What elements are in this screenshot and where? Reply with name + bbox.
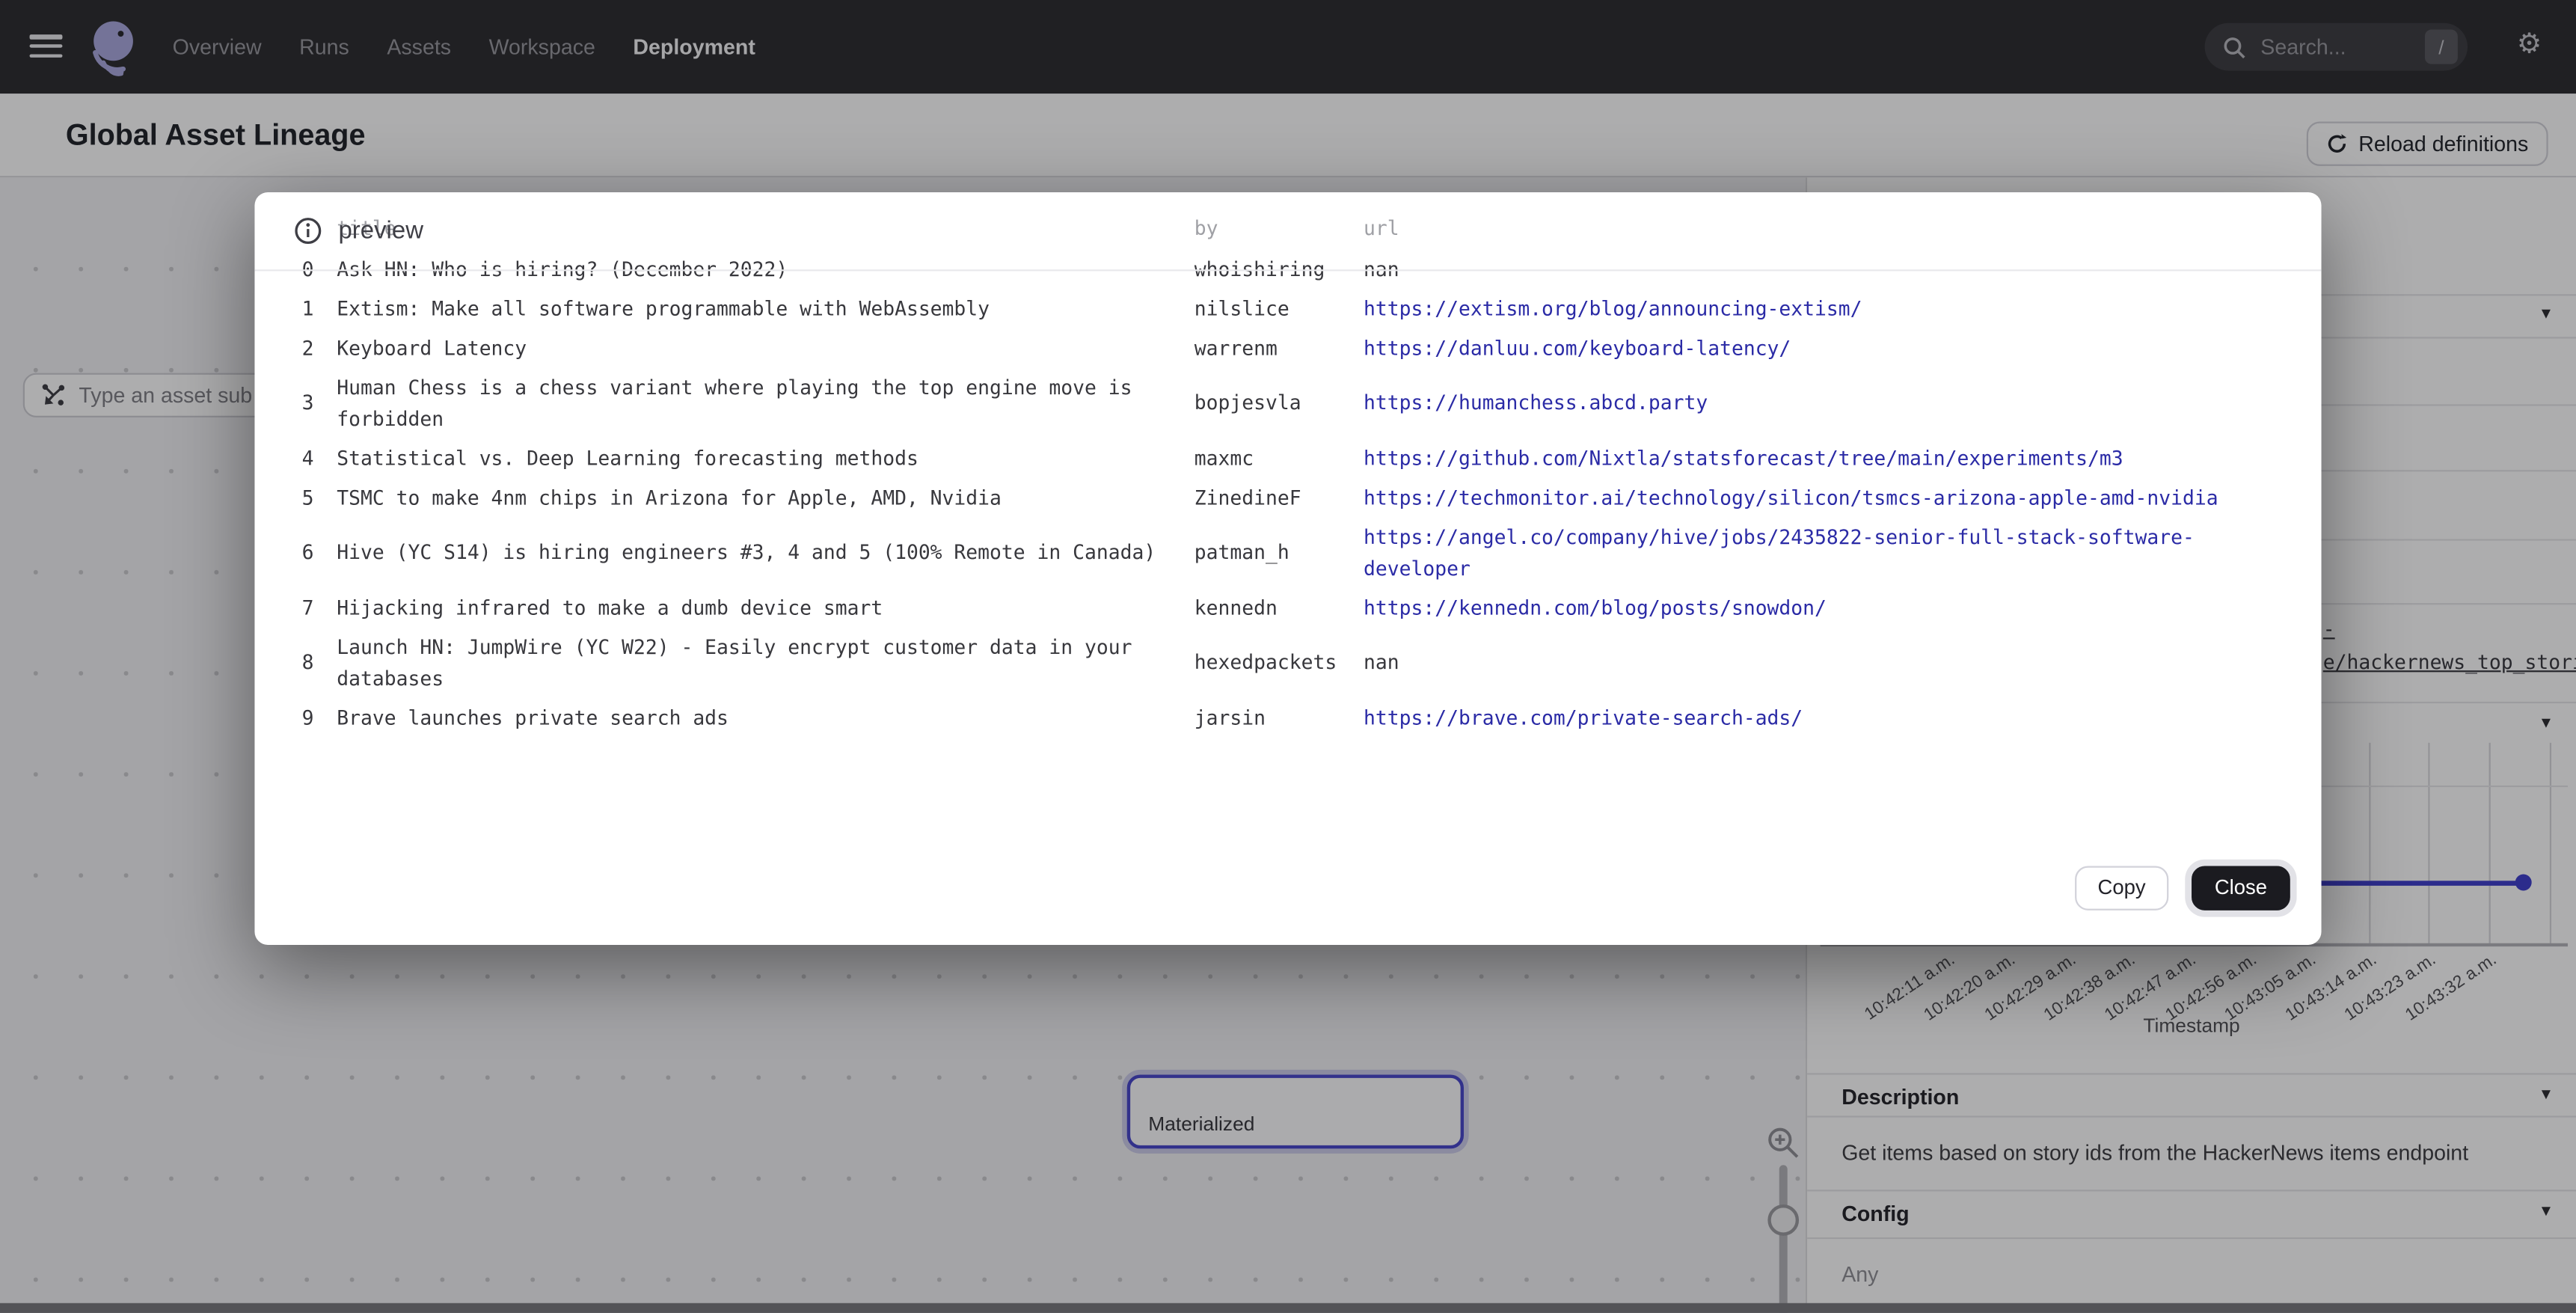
dialog-footer: Copy Close (254, 850, 2321, 945)
cell-by: patman_h (1195, 518, 1364, 588)
table-row: 4Statistical vs. Deep Learning forecasti… (286, 438, 2290, 478)
url-link[interactable]: https://github.com/Nixtla/statsforecast/… (1364, 446, 2123, 469)
cell-url: https://extism.org/blog/announcing-extis… (1364, 290, 2290, 329)
table-row: 1Extism: Make all software programmable … (286, 290, 2290, 329)
url-link[interactable]: https://techmonitor.ai/technology/silico… (1364, 486, 2218, 509)
cell-index: 9 (286, 698, 313, 738)
cell-index: 1 (286, 290, 313, 329)
close-button[interactable]: Close (2192, 865, 2290, 909)
cell-title: Statistical vs. Deep Learning forecastin… (314, 438, 1195, 478)
url-link[interactable]: https://humanchess.abcd.party (1364, 391, 1708, 414)
cell-index: 3 (286, 368, 313, 438)
cell-title: TSMC to make 4nm chips in Arizona for Ap… (314, 478, 1195, 518)
dialog-title: preview (338, 217, 423, 245)
info-icon (294, 217, 322, 245)
table-row: 3Human Chess is a chess variant where pl… (286, 368, 2290, 438)
app-root: OverviewRunsAssetsWorkspaceDeployment Se… (0, 0, 2576, 1313)
cell-by: ZinedineF (1195, 478, 1364, 518)
table-row: 6Hive (YC S14) is hiring engineers #3, 4… (286, 518, 2290, 588)
cell-url: https://brave.com/private-search-ads/ (1364, 698, 2290, 738)
cell-by: kennedn (1195, 588, 1364, 628)
cell-index: 2 (286, 328, 313, 368)
cell-index: 5 (286, 478, 313, 518)
url-link[interactable]: https://extism.org/blog/announcing-extis… (1364, 296, 1862, 319)
cell-url: https://humanchess.abcd.party (1364, 368, 2290, 438)
cell-by: jarsin (1195, 698, 1364, 738)
table-row: 9Brave launches private search adsjarsin… (286, 698, 2290, 738)
cell-by: maxmc (1195, 438, 1364, 478)
table-row: 8Launch HN: JumpWire (YC W22) - Easily e… (286, 628, 2290, 698)
cell-index: 4 (286, 438, 313, 478)
cell-title: Hijacking infrared to make a dumb device… (314, 588, 1195, 628)
cell-title: Extism: Make all software programmable w… (314, 290, 1195, 329)
cell-title: Launch HN: JumpWire (YC W22) - Easily en… (314, 628, 1195, 698)
cell-by: bopjesvla (1195, 368, 1364, 438)
cell-url: https://angel.co/company/hive/jobs/24358… (1364, 518, 2290, 588)
url-link[interactable]: https://brave.com/private-search-ads/ (1364, 706, 1803, 729)
cell-url: https://kennedn.com/blog/posts/snowdon/ (1364, 588, 2290, 628)
cell-url: https://danluu.com/keyboard-latency/ (1364, 328, 2290, 368)
copy-button[interactable]: Copy (2075, 865, 2169, 909)
cell-url: https://github.com/Nixtla/statsforecast/… (1364, 438, 2290, 478)
cell-title: Human Chess is a chess variant where pla… (314, 368, 1195, 438)
cell-title: Keyboard Latency (314, 328, 1195, 368)
preview-table: title by url 0Ask HN: Who is hiring? (De… (286, 214, 2290, 738)
cell-by: nilslice (1195, 290, 1364, 329)
url-link[interactable]: https://angel.co/company/hive/jobs/24358… (1364, 525, 2195, 579)
table-row: 5TSMC to make 4nm chips in Arizona for A… (286, 478, 2290, 518)
table-row: 7Hijacking infrared to make a dumb devic… (286, 588, 2290, 628)
table-row: 2Keyboard Latencywarrenmhttps://danluu.c… (286, 328, 2290, 368)
cell-index: 8 (286, 628, 313, 698)
cell-title: Hive (YC S14) is hiring engineers #3, 4 … (314, 518, 1195, 588)
url-link[interactable]: https://kennedn.com/blog/posts/snowdon/ (1364, 596, 1827, 619)
dialog-header: preview (254, 192, 2321, 271)
cell-title: Brave launches private search ads (314, 698, 1195, 738)
cell-by: hexedpackets (1195, 628, 1364, 698)
cell-url: nan (1364, 628, 2290, 698)
cell-index: 7 (286, 588, 313, 628)
cell-url: https://techmonitor.ai/technology/silico… (1364, 478, 2290, 518)
cell-index: 6 (286, 518, 313, 588)
cell-by: warrenm (1195, 328, 1364, 368)
preview-dialog: preview title by url 0Ask HN: Who is hir… (254, 192, 2321, 945)
url-link[interactable]: https://danluu.com/keyboard-latency/ (1364, 336, 1791, 359)
